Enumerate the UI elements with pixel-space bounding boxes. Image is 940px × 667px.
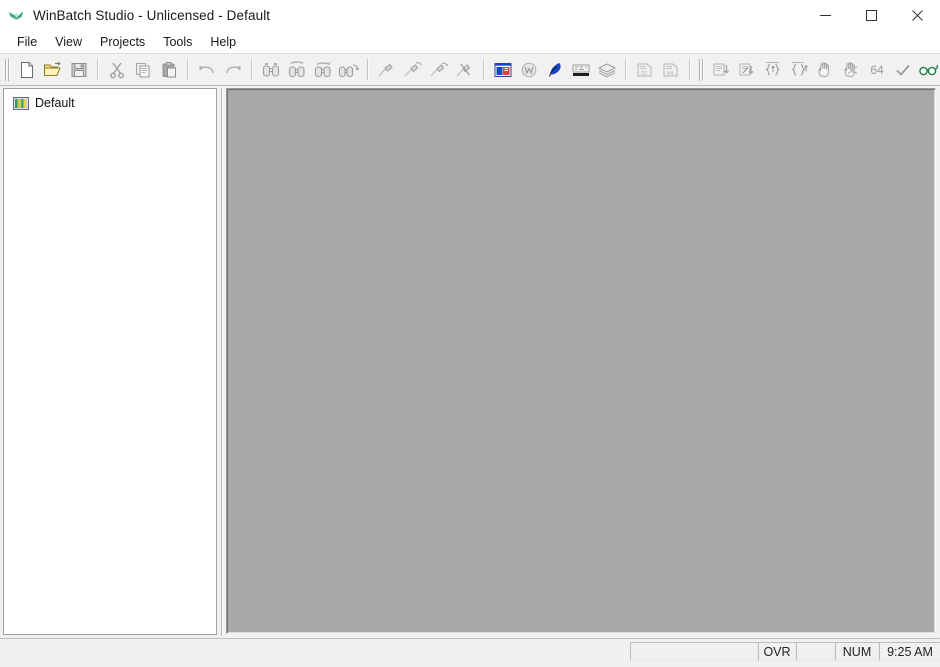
pen-quill-icon[interactable]: [542, 57, 568, 83]
numlock-indicator: NUM: [835, 642, 879, 661]
menu-file[interactable]: File: [8, 32, 46, 52]
bitness-label: 64: [870, 62, 884, 77]
replace-binoculars-icon[interactable]: [336, 57, 362, 83]
toolbar-grip-handle[interactable]: [4, 58, 11, 82]
tree-item-default[interactable]: Default: [4, 93, 216, 113]
hand-stop-icon[interactable]: [812, 57, 838, 83]
window-title: WinBatch Studio - Unlicensed - Default: [33, 7, 271, 23]
winbatch-studio-window: WinBatch Studio - Unlicensed - Default F…: [0, 0, 940, 664]
mdi-panel: [226, 86, 940, 638]
toolbar-separator: [97, 59, 99, 80]
dialog-editor-icon[interactable]: [490, 57, 516, 83]
cut-scissors-icon[interactable]: [104, 57, 130, 83]
toolbar-separator: [251, 59, 253, 80]
glasses-icon[interactable]: [916, 57, 940, 83]
panel-splitter[interactable]: [219, 86, 226, 638]
open-folder-icon[interactable]: [40, 57, 66, 83]
compile-64-icon[interactable]: 64: [658, 57, 684, 83]
menu-help[interactable]: Help: [201, 32, 245, 52]
bookmark-toggle-icon[interactable]: [374, 57, 400, 83]
toolbar-separator: [625, 59, 627, 80]
find-next-binoculars-icon[interactable]: [284, 57, 310, 83]
undo-arrow-icon[interactable]: [194, 57, 220, 83]
tree-item-label: Default: [35, 96, 75, 110]
svg-text:64: 64: [667, 70, 673, 76]
keyboard-icon[interactable]: [568, 57, 594, 83]
bookmark-next-icon[interactable]: [400, 57, 426, 83]
overwrite-indicator: OVR: [758, 642, 796, 661]
toolbar-separator: [187, 59, 189, 80]
client-area: Default: [0, 86, 940, 638]
minimize-button[interactable]: [802, 0, 848, 30]
toolbar-separator: [483, 59, 485, 80]
find-binoculars-icon[interactable]: [258, 57, 284, 83]
window-controls: [802, 0, 940, 30]
main-toolbar: 32 64 64: [0, 53, 940, 86]
run-braces-icon[interactable]: [760, 57, 786, 83]
find-previous-binoculars-icon[interactable]: [310, 57, 336, 83]
menu-bar: File View Projects Tools Help: [0, 30, 940, 53]
toolbar-grip-handle[interactable]: [698, 58, 705, 82]
menu-view[interactable]: View: [46, 32, 91, 52]
svg-text:32: 32: [641, 70, 647, 76]
save-disk-icon[interactable]: [66, 57, 92, 83]
word-doc-icon[interactable]: [516, 57, 542, 83]
checkmark-icon[interactable]: [890, 57, 916, 83]
toolbar-separator: [689, 59, 691, 80]
project-book-icon: [13, 96, 29, 111]
toolbar-separator: [367, 59, 369, 80]
compile-32-icon[interactable]: 32: [632, 57, 658, 83]
caps-indicator: [796, 642, 835, 661]
close-button[interactable]: [894, 0, 940, 30]
status-message-pane: [0, 639, 630, 664]
layers-icon[interactable]: [594, 57, 620, 83]
project-tree-list[interactable]: Default: [3, 88, 217, 635]
title-bar-left: WinBatch Studio - Unlicensed - Default: [0, 6, 802, 24]
menu-tools[interactable]: Tools: [154, 32, 201, 52]
copy-icon[interactable]: [130, 57, 156, 83]
status-progress-pane: [630, 642, 758, 661]
project-tree-panel: Default: [0, 86, 219, 638]
mdi-client-area[interactable]: [226, 88, 936, 634]
paste-icon[interactable]: [156, 57, 182, 83]
clock-indicator: 9:25 AM: [879, 642, 940, 661]
new-file-icon[interactable]: [14, 57, 40, 83]
title-bar: WinBatch Studio - Unlicensed - Default: [0, 0, 940, 30]
step-over-icon[interactable]: [734, 57, 760, 83]
step-into-icon[interactable]: [708, 57, 734, 83]
maximize-button[interactable]: [848, 0, 894, 30]
redo-arrow-icon[interactable]: [220, 57, 246, 83]
menu-projects[interactable]: Projects: [91, 32, 154, 52]
exit-braces-icon[interactable]: [786, 57, 812, 83]
bookmark-previous-icon[interactable]: [426, 57, 452, 83]
status-bar: OVR NUM 9:25 AM: [0, 638, 940, 664]
winbatch-bird-logo-icon: [7, 6, 25, 24]
hand-spider-icon[interactable]: [838, 57, 864, 83]
bookmark-clear-icon[interactable]: [452, 57, 478, 83]
